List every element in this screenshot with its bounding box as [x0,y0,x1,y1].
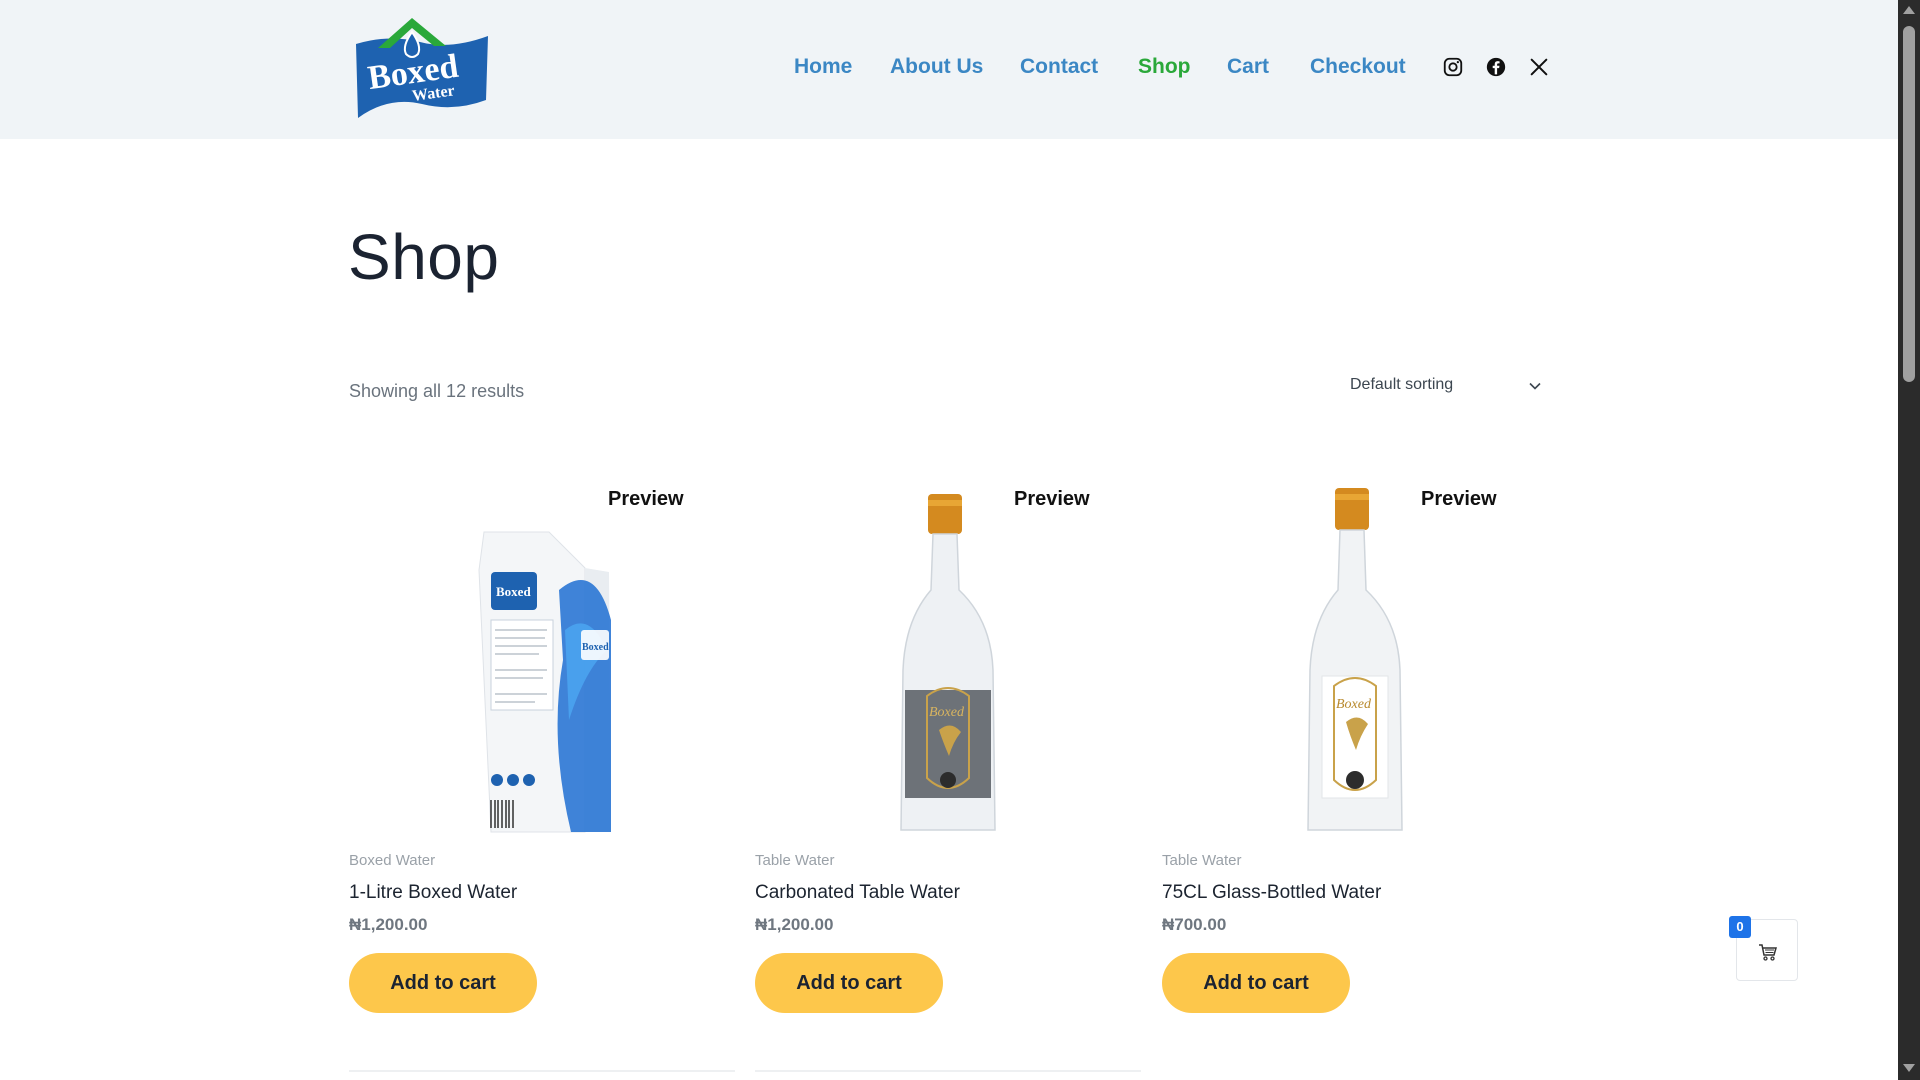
product-image-bottle-clear[interactable]: Boxed [1162,480,1548,840]
product-card: Boxed Preview Table Water Carbonated Tab… [755,480,1141,1020]
add-to-cart-button[interactable]: Add to cart [349,953,537,1013]
product-price: ₦700.00 [1162,915,1227,934]
product-title[interactable]: 75CL Glass-Bottled Water [1162,882,1381,904]
preview-link[interactable]: Preview [1014,488,1090,511]
boxed-water-logo[interactable]: Boxed Water [350,14,492,120]
scrollbar-thumb[interactable] [1903,26,1915,382]
svg-text:Boxed: Boxed [582,642,609,653]
svg-text:Boxed: Boxed [496,584,531,599]
chevron-down-icon [1528,379,1542,393]
page-scrollbar[interactable] [1898,0,1920,1080]
next-row-divider [349,1070,735,1072]
add-to-cart-button[interactable]: Add to cart [1162,953,1350,1013]
floating-cart-button[interactable]: 0 [1729,916,1798,981]
nav-shop[interactable]: Shop [1138,55,1191,79]
scroll-up-arrow-icon[interactable] [1903,6,1915,14]
nav-home[interactable]: Home [794,55,852,79]
product-image-bottle-grey[interactable]: Boxed [755,480,1141,840]
product-card: Boxed Preview Table Water 75CL Glass-Bot… [1162,480,1548,1020]
product-category[interactable]: Boxed Water [349,852,435,869]
add-to-cart-button[interactable]: Add to cart [755,953,943,1013]
nav-contact[interactable]: Contact [1020,55,1098,79]
nav-checkout[interactable]: Checkout [1310,55,1406,79]
next-row-divider [755,1070,1141,1072]
product-card: Boxed Boxed Preview Boxed Water 1-Litre … [349,480,735,1020]
cart-count-badge: 0 [1729,916,1751,938]
preview-link[interactable]: Preview [608,488,684,511]
preview-link[interactable]: Preview [1421,488,1497,511]
site-header: Boxed Water Home About Us Contact Shop C… [0,0,1898,139]
product-category[interactable]: Table Water [755,852,834,869]
sort-selected-label: Default sorting [1350,376,1454,393]
svg-text:Boxed: Boxed [1336,697,1372,712]
product-title[interactable]: 1-Litre Boxed Water [349,882,517,904]
facebook-icon[interactable] [1485,56,1507,78]
scroll-down-arrow-icon[interactable] [1903,1064,1915,1072]
nav-about-us[interactable]: About Us [890,55,983,79]
sort-select[interactable]: Default sorting [1338,369,1550,403]
product-category[interactable]: Table Water [1162,852,1241,869]
svg-text:Boxed: Boxed [929,705,965,720]
page-title: Shop [348,221,500,293]
product-price: ₦1,200.00 [755,915,834,934]
nav-cart[interactable]: Cart [1227,55,1269,79]
product-image-carton[interactable]: Boxed Boxed [349,480,735,840]
result-count: Showing all 12 results [349,381,525,401]
instagram-icon[interactable] [1442,56,1464,78]
product-price: ₦1,200.00 [349,915,428,934]
product-title[interactable]: Carbonated Table Water [755,882,960,904]
x-twitter-icon[interactable] [1528,56,1550,78]
